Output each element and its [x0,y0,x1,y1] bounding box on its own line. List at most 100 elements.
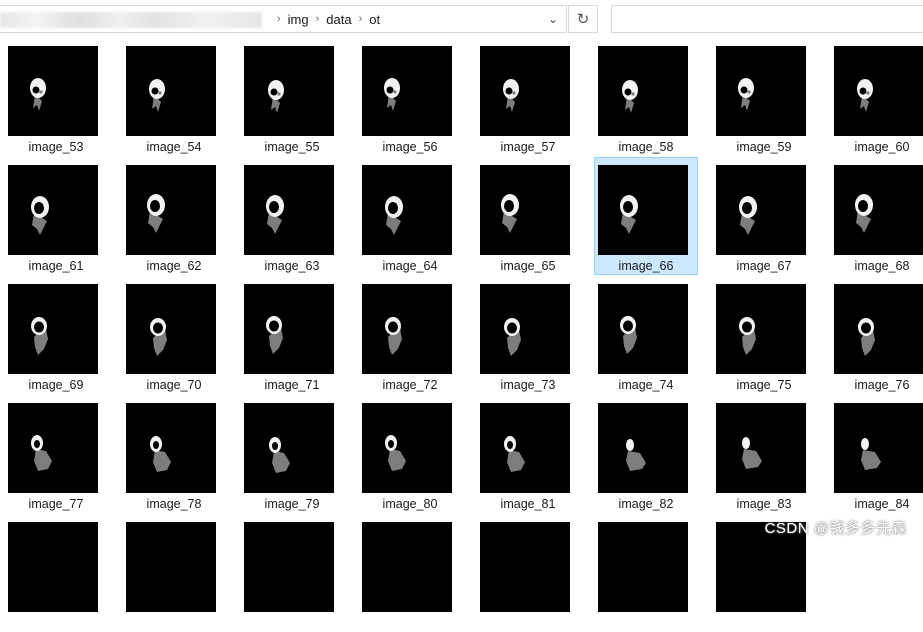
segmentation-mask [31,317,48,355]
image-thumbnail [716,165,806,255]
file-name: image_76 [854,378,910,392]
file-name: image_58 [618,140,674,154]
image-thumbnail [244,46,334,136]
image-thumbnail [480,165,570,255]
file-item[interactable]: image_54 [122,38,226,156]
file-name: image_82 [618,497,674,511]
file-item[interactable]: image_83 [712,395,816,513]
file-item[interactable]: image_64 [358,157,462,275]
image-thumbnail [480,46,570,136]
file-item[interactable] [358,514,462,632]
segmentation-mask [147,194,165,233]
file-item[interactable] [122,514,226,632]
image-thumbnail [598,46,688,136]
address-bar[interactable]: › img › data › ot ⌄ [0,5,567,33]
chevron-right-icon[interactable]: › [359,13,363,25]
image-thumbnail [8,46,98,136]
file-item[interactable]: image_59 [712,38,816,156]
segmentation-mask [384,78,400,111]
file-item[interactable]: image_66 [594,157,698,275]
file-name: image_78 [146,497,202,511]
image-thumbnail [480,522,570,612]
file-item[interactable]: image_73 [476,276,580,394]
file-item[interactable]: image_55 [240,38,344,156]
segmentation-mask [268,80,284,113]
file-name: image_80 [382,497,438,511]
image-thumbnail [834,284,923,374]
file-item[interactable]: image_74 [594,276,698,394]
file-item[interactable]: image_72 [358,276,462,394]
image-thumbnail [362,46,452,136]
segmentation-mask [861,438,881,470]
file-item[interactable]: image_62 [122,157,226,275]
file-name: image_54 [146,140,202,154]
file-item[interactable]: image_84 [830,395,923,513]
image-thumbnail [598,522,688,612]
file-name: image_56 [382,140,438,154]
breadcrumb-item-ot[interactable]: ot [369,12,380,27]
file-item[interactable]: image_65 [476,157,580,275]
file-item[interactable]: image_76 [830,276,923,394]
segmentation-mask [742,437,762,469]
breadcrumb: › img › data › ot [270,6,380,32]
file-item[interactable]: image_77 [4,395,108,513]
segmentation-mask [857,79,873,112]
breadcrumb-item-img[interactable]: img [288,12,309,27]
file-item[interactable]: image_69 [4,276,108,394]
file-item[interactable] [594,514,698,632]
file-item[interactable]: image_53 [4,38,108,156]
image-thumbnail [8,284,98,374]
image-thumbnail [126,522,216,612]
file-item[interactable] [4,514,108,632]
file-item[interactable]: image_81 [476,395,580,513]
image-thumbnail [716,403,806,493]
image-thumbnail [480,284,570,374]
file-item[interactable]: image_68 [830,157,923,275]
file-item[interactable]: image_57 [476,38,580,156]
file-item[interactable] [240,514,344,632]
file-item[interactable] [476,514,580,632]
file-item[interactable]: image_79 [240,395,344,513]
image-thumbnail [598,284,688,374]
image-thumbnail [598,165,688,255]
refresh-button[interactable]: ↻ [568,5,598,33]
image-thumbnail [244,284,334,374]
file-item[interactable]: image_58 [594,38,698,156]
segmentation-mask [150,436,171,472]
file-item[interactable]: image_56 [358,38,462,156]
file-item[interactable]: image_70 [122,276,226,394]
file-item[interactable]: image_67 [712,157,816,275]
file-name: image_74 [618,378,674,392]
file-item[interactable]: image_71 [240,276,344,394]
file-item[interactable]: image_61 [4,157,108,275]
file-item[interactable]: image_63 [240,157,344,275]
segmentation-mask [620,316,637,354]
image-thumbnail [716,46,806,136]
file-grid: image_53 image_54 image_55 image_56 image_57… [0,38,923,612]
file-name: image_64 [382,259,438,273]
image-thumbnail [126,284,216,374]
segmentation-mask [31,196,49,235]
file-name: image_63 [264,259,320,273]
image-thumbnail [834,165,923,255]
segmentation-mask [739,317,756,355]
chevron-down-icon[interactable]: ⌄ [540,6,566,32]
file-name: image_73 [500,378,556,392]
file-item[interactable]: image_80 [358,395,462,513]
segmentation-mask [738,78,754,111]
chevron-right-icon[interactable]: › [316,13,320,25]
file-item[interactable]: image_82 [594,395,698,513]
file-name: image_71 [264,378,320,392]
file-name: image_70 [146,378,202,392]
file-item[interactable]: image_60 [830,38,923,156]
image-thumbnail [244,165,334,255]
file-item[interactable]: image_75 [712,276,816,394]
search-input[interactable] [611,5,923,33]
redacted-path [0,12,262,28]
file-name: image_72 [382,378,438,392]
segmentation-mask [858,318,875,356]
chevron-right-icon[interactable]: › [277,13,281,25]
file-item[interactable]: image_78 [122,395,226,513]
breadcrumb-item-data[interactable]: data [326,12,351,27]
image-thumbnail [8,403,98,493]
